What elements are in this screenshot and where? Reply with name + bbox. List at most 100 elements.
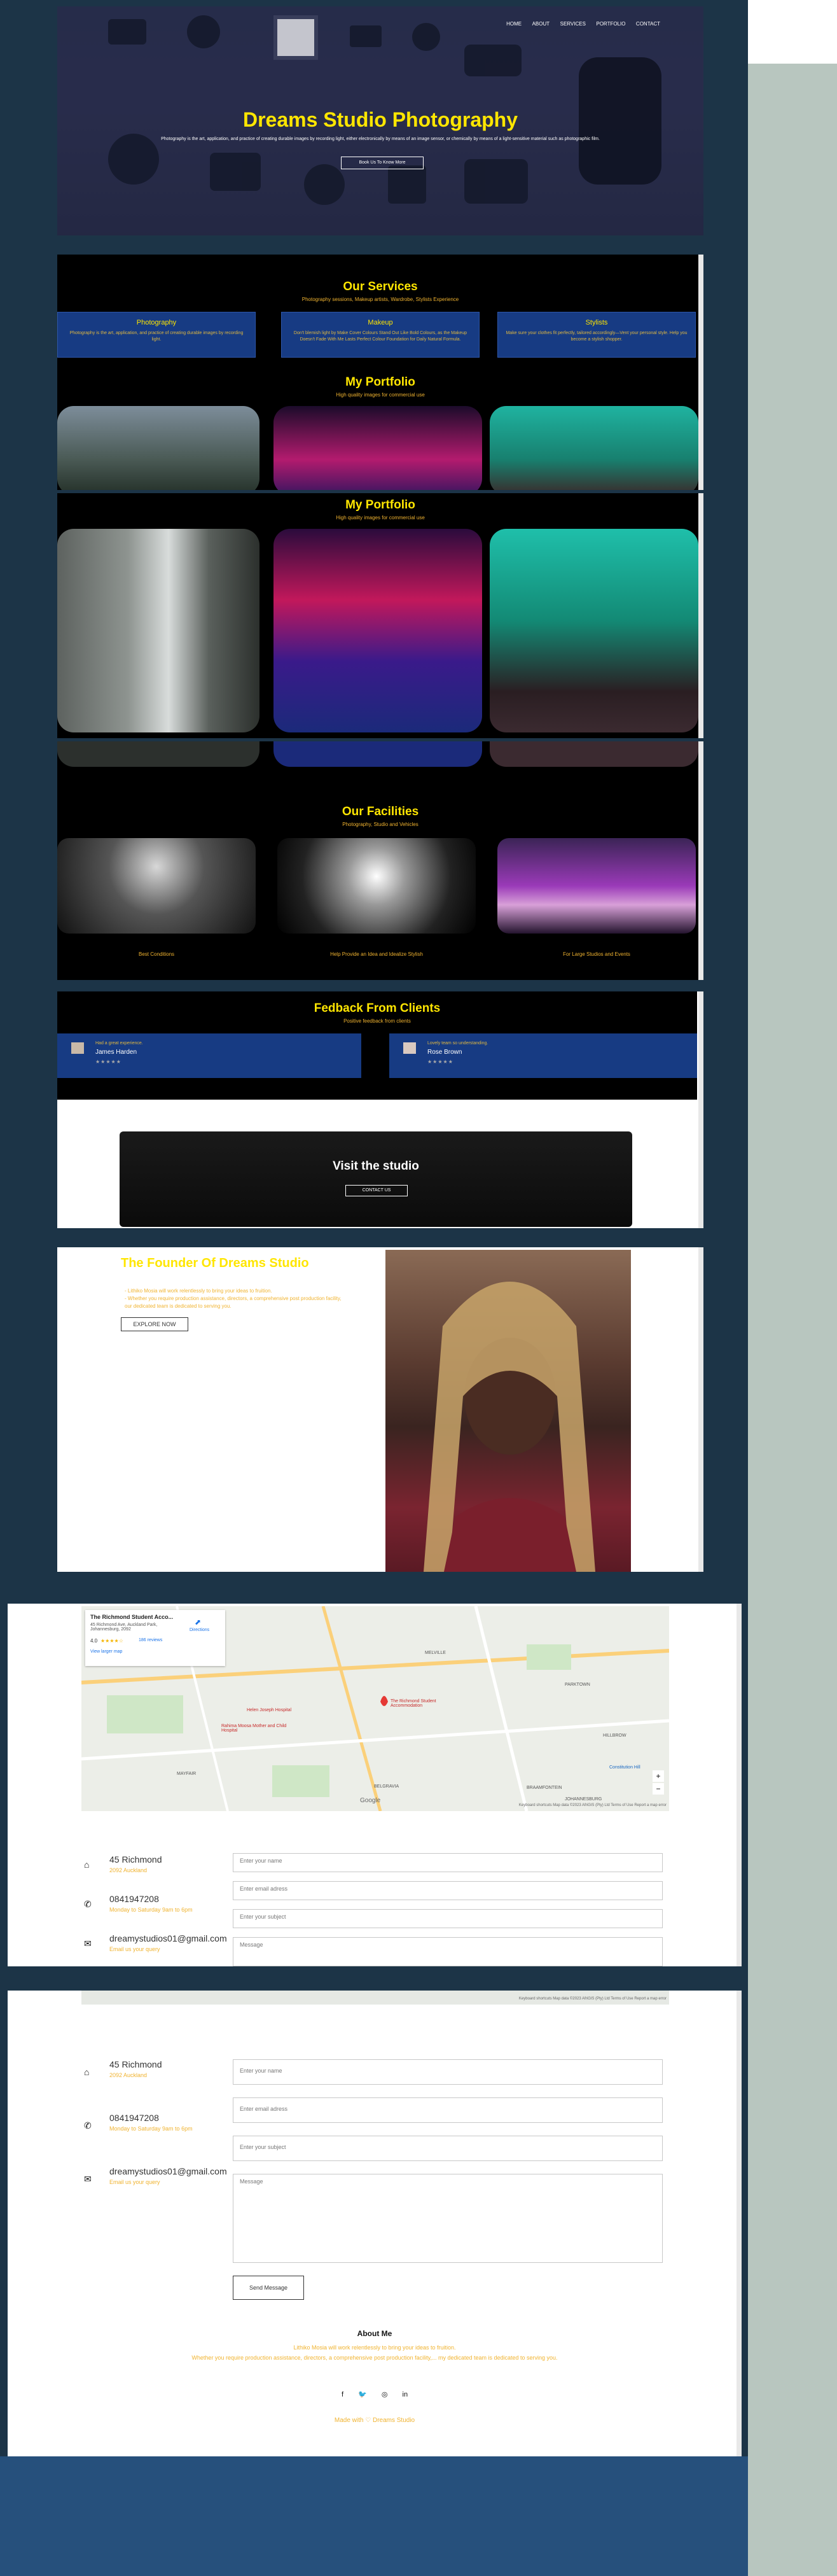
address-sub: 2092 Auckland [109, 2072, 148, 2078]
map-place-name: The Richmond Student Acco... [90, 1614, 174, 1620]
founder-text-2: - Whether you require production assista… [125, 1296, 342, 1301]
map-reviews-link[interactable]: 186 reviews [139, 1638, 162, 1642]
service-card-photography[interactable]: Photography Photography is the art, appl… [57, 312, 256, 358]
portfolio-neon-image[interactable] [273, 529, 482, 732]
address-main: 45 Richmond [109, 1854, 162, 1865]
hero-book-button[interactable]: Book Us To Know More [341, 157, 424, 169]
about-text-2: Whether you require production assistanc… [191, 2355, 558, 2361]
map-directions-link[interactable]: Directions [190, 1628, 209, 1632]
scrollbar[interactable] [737, 1604, 742, 1966]
phone-icon: ✆ [84, 1899, 92, 1909]
contact-section-bottom: Keyboard shortcuts Map data ©2023 AfriGI… [8, 1991, 742, 2456]
email-input[interactable]: Enter email adress [233, 2097, 663, 2123]
facility-caption: Help Provide an Idea and Idealize Stylis… [330, 951, 423, 957]
email-main: dreamystudios01@gmail.com [109, 1933, 227, 1943]
map-label: PARKTOWN [565, 1683, 590, 1687]
portfolio-preview-waterfall-image[interactable] [57, 406, 259, 490]
phone-sub: Monday to Saturday 9am to 6pm [109, 2125, 193, 2132]
facility-caption: Best Conditions [138, 951, 175, 957]
scrollbar[interactable] [737, 1991, 742, 2456]
map-label: MAYFAIR [177, 1772, 197, 1776]
map-footer: Keyboard shortcuts Map data ©2023 AfriGI… [518, 1803, 667, 1807]
map-embed[interactable]: The Richmond Student Acco... 45 Richmond… [81, 1606, 669, 1811]
portfolio-preview-neon-image[interactable] [273, 406, 482, 490]
map-google-logo: Google [360, 1797, 381, 1804]
subject-input[interactable]: Enter your subject [233, 1909, 663, 1928]
scrollbar[interactable] [698, 991, 703, 1228]
name-input[interactable]: Enter your name [233, 1853, 663, 1872]
portfolio-title: My Portfolio [345, 498, 415, 512]
portfolio-camera-image[interactable] [490, 529, 698, 732]
services-section: Our Services Photography sessions, Makeu… [57, 255, 703, 490]
service-card-stylists[interactable]: Stylists Make sure your clothes fit perf… [497, 312, 696, 358]
map-footer: Keyboard shortcuts Map data ©2023 AfriGI… [518, 1997, 667, 2001]
scrollbar[interactable] [698, 1247, 703, 1572]
portfolio-section: My Portfolio High quality images for com… [57, 493, 703, 738]
map-label: Helen Joseph Hospital [247, 1708, 292, 1712]
name-input[interactable]: Enter your name [233, 2059, 663, 2085]
service-title: Stylists [585, 319, 608, 326]
map-label: HILLBROW [603, 1733, 626, 1738]
services-subtitle: Photography sessions, Makeup artists, Wa… [301, 297, 459, 302]
feedback-title: Fedback From Clients [314, 1002, 441, 1015]
nav-home-link[interactable]: HOME [506, 21, 522, 27]
feedback-subtitle: Positive feedback from clients [343, 1018, 411, 1024]
portfolio-neon-bottom [273, 741, 482, 767]
map-larger-link[interactable]: View larger map [90, 1649, 122, 1654]
map-label: MELVILLE [425, 1651, 446, 1655]
nav-about-link[interactable]: ABOUT [532, 21, 550, 27]
testimonial-quote: Lovely team so understanding. [427, 1041, 488, 1046]
twitter-icon[interactable]: 🐦 [358, 2391, 367, 2398]
zoom-in-button[interactable]: + [653, 1770, 664, 1782]
scrollbar[interactable] [698, 255, 703, 490]
rating-stars: ★★★★★ [95, 1059, 121, 1065]
address-sub: 2092 Auckland [109, 1867, 148, 1873]
message-textarea[interactable]: Message [233, 1937, 663, 1966]
send-message-button[interactable]: Send Message [233, 2276, 304, 2300]
testimonial-name: Rose Brown [427, 1049, 462, 1056]
email-sub: Email us your query [109, 2179, 160, 2185]
facilities-section: Our Facilities Photography, Studio and V… [57, 741, 703, 980]
facebook-icon[interactable]: f [342, 2391, 343, 2398]
map-stars: ★★★★☆ [100, 1638, 123, 1644]
nav-portfolio-link[interactable]: PORTFOLIO [596, 21, 625, 27]
contact-us-button[interactable]: CONTACT US [345, 1185, 408, 1196]
envelope-icon: ✉ [84, 1938, 92, 1949]
subject-input[interactable]: Enter your subject [233, 2136, 663, 2161]
portfolio-waterfall-image[interactable] [57, 529, 259, 732]
facility-studio-image[interactable] [57, 838, 256, 934]
service-description: Don't blemish light by Make Cover Colour… [293, 331, 467, 342]
scrollbar[interactable] [698, 493, 703, 738]
map-rating: 4.0 [90, 1638, 98, 1644]
map-label: JOHANNESBURG [565, 1797, 602, 1802]
linkedin-icon[interactable]: in [403, 2391, 408, 2398]
services-title: Our Services [343, 280, 418, 293]
testimonial-quote: Had a great experience. [95, 1041, 143, 1046]
visit-studio-banner: Visit the studio CONTACT US [120, 1131, 632, 1227]
founder-text-3: our dedicated team is dedicated to servi… [125, 1303, 232, 1309]
testimonial-card: Lovely team so understanding. Rose Brown… [389, 1033, 697, 1078]
scrollbar[interactable] [698, 741, 703, 980]
explore-now-button[interactable]: EXPLORE NOW [121, 1317, 188, 1331]
hero-subtitle: Photography is the art, application, and… [161, 137, 600, 141]
testimonial-name: James Harden [95, 1049, 137, 1056]
directions-icon[interactable]: ⬈ [195, 1618, 201, 1627]
portfolio-preview-camera-image[interactable] [490, 406, 698, 490]
founder-text-1: - Lithiko Mosia will work relentlessly t… [125, 1288, 272, 1294]
facility-lighting-image[interactable] [277, 838, 476, 934]
map-label: Rahima Moosa Mother and Child Hospital [221, 1724, 287, 1733]
message-textarea[interactable]: Message [233, 2174, 663, 2263]
facility-camera-rig-image[interactable] [497, 838, 696, 934]
contact-section-top: The Richmond Student Acco... 45 Richmond… [8, 1604, 742, 1966]
map-label: BRAAMFONTEIN [527, 1786, 562, 1790]
avatar [403, 1042, 416, 1054]
email-input[interactable]: Enter email adress [233, 1881, 663, 1900]
facilities-subtitle: Photography, Studio and Vehicles [342, 822, 418, 827]
avatar [71, 1042, 84, 1054]
instagram-icon[interactable]: ◎ [382, 2391, 388, 2398]
service-card-makeup[interactable]: Makeup Don't blemish light by Make Cover… [281, 312, 480, 358]
nav-contact-link[interactable]: CONTACT [636, 21, 660, 27]
nav-services-link[interactable]: SERVICES [560, 21, 586, 27]
about-text-1: Lithiko Mosia will work relentlessly to … [293, 2344, 456, 2351]
zoom-out-button[interactable]: − [653, 1783, 664, 1795]
